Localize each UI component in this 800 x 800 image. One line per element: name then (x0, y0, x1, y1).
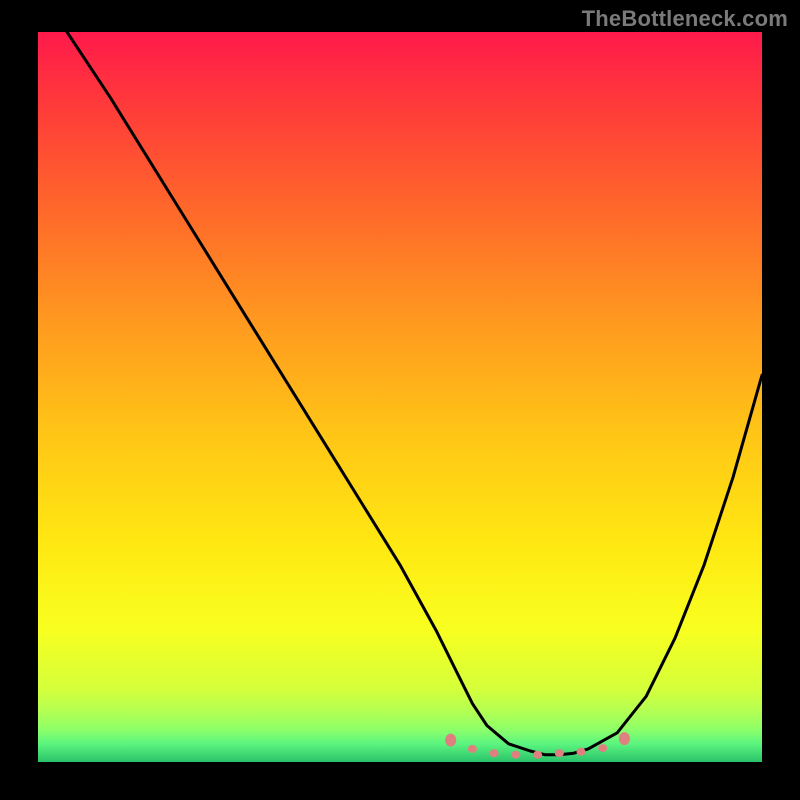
optimum-dot (533, 751, 542, 759)
optimum-dot (511, 751, 520, 759)
optimum-dot (619, 732, 630, 745)
bottleneck-plot (0, 0, 800, 800)
optimum-dot (468, 745, 477, 753)
chart-stage: TheBottleneck.com (0, 0, 800, 800)
optimum-dot (598, 744, 607, 752)
optimum-dot (555, 749, 564, 757)
optimum-dot (577, 748, 586, 756)
gradient-field (38, 32, 762, 762)
optimum-dot (445, 734, 456, 747)
optimum-dot (490, 749, 499, 757)
